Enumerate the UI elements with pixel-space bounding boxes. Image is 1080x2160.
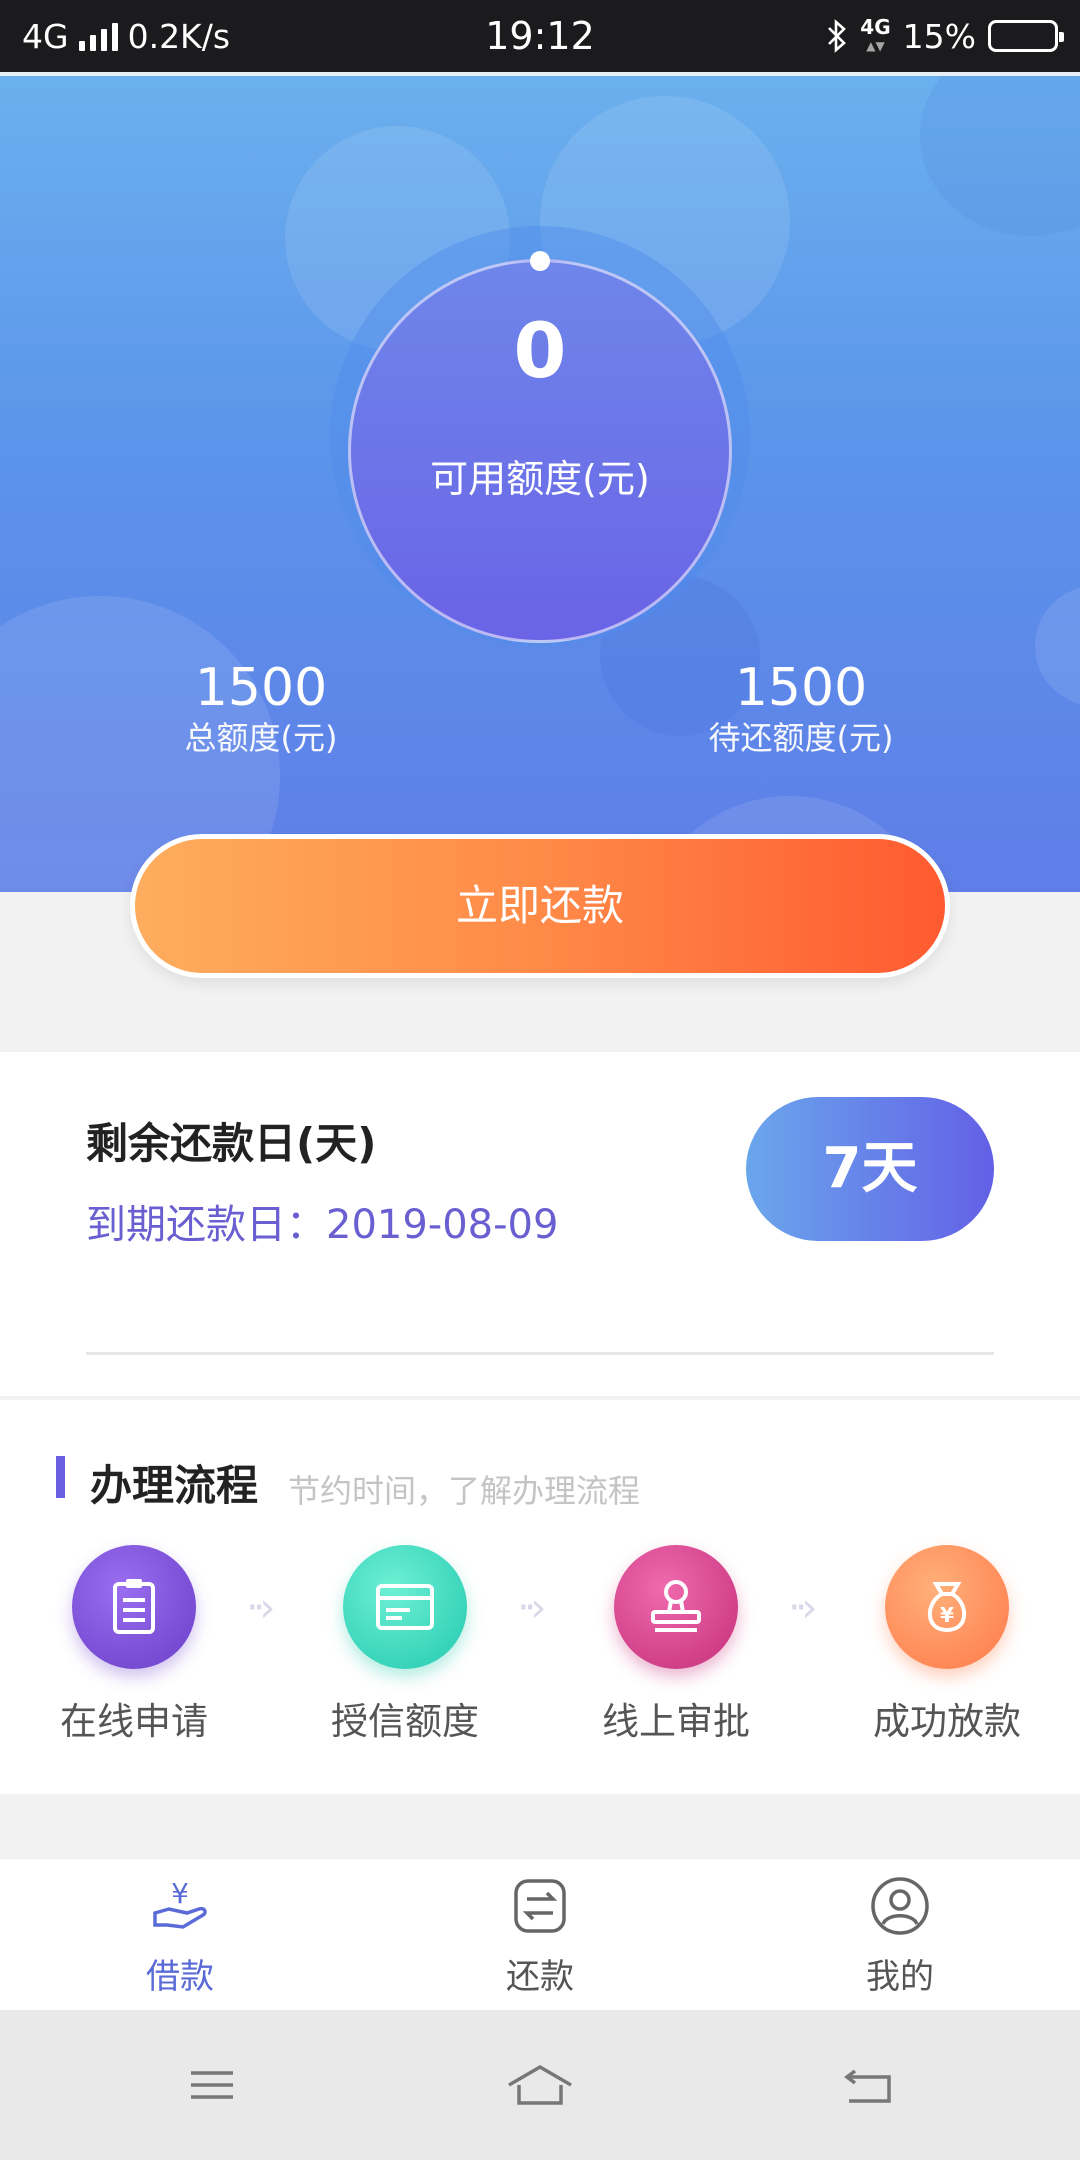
- repay-icon: [514, 1879, 566, 1933]
- due-card: 剩余还款日(天) 到期还款日：2019-08-09 7天: [0, 1052, 1080, 1396]
- tab-repay[interactable]: 还款: [440, 1875, 640, 1998]
- tab-label: 借款: [146, 1957, 214, 1997]
- remaining-days-title: 剩余还款日(天): [86, 1119, 377, 1168]
- clipboard-icon: [72, 1545, 196, 1669]
- money-bag-icon: ¥: [885, 1545, 1009, 1669]
- loan-icon: ¥: [153, 1877, 207, 1929]
- system-nav-bar: [0, 2010, 1080, 2160]
- svg-text:¥: ¥: [940, 1603, 954, 1627]
- network-type: 4G: [22, 16, 69, 56]
- mobile-data-icon: 4G ▲▼: [860, 14, 891, 53]
- chevron-right-icon: ··›: [517, 1585, 547, 1631]
- due-date: 到期还款日：2019-08-09: [86, 1202, 559, 1248]
- step-online-approval: 线上审批: [576, 1545, 776, 1745]
- chevron-right-icon: ··›: [246, 1585, 276, 1631]
- divider: [86, 1352, 994, 1355]
- pending-repayment-label: 待还额度(元): [708, 719, 894, 757]
- profile-icon: [871, 1877, 929, 1935]
- network-speed: 0.2K/s: [127, 16, 231, 56]
- available-credit-label: 可用额度(元): [430, 457, 650, 501]
- status-left: 4G 0.2K/s: [22, 0, 230, 72]
- bluetooth-icon: [828, 19, 847, 53]
- credit-hero: 0 可用额度(元) 1500 总额度(元) 1500 待还额度(元): [0, 72, 1080, 892]
- menu-icon[interactable]: [172, 2055, 252, 2115]
- tab-mine[interactable]: 我的: [800, 1875, 1000, 1998]
- status-right: 4G ▲▼ 15%: [826, 0, 1064, 72]
- section-accent-bar: [56, 1456, 65, 1498]
- total-credit-value: 1500: [194, 658, 328, 718]
- status-bar: 4G 0.2K/s 19:12 4G ▲▼ 15%: [0, 0, 1080, 72]
- battery-icon: [988, 20, 1064, 52]
- bottom-tab-bar: ¥ 借款 还款 我的: [0, 1858, 1080, 2010]
- ring-indicator-dot: [530, 251, 550, 271]
- step-label: 成功放款: [873, 1700, 1021, 1743]
- process-title: 办理流程: [90, 1461, 259, 1510]
- pending-repayment-value: 1500: [734, 658, 868, 718]
- total-credit: 1500 总额度(元): [96, 658, 426, 758]
- step-apply-online: 在线申请: [34, 1545, 234, 1745]
- chevron-right-icon: ··›: [788, 1585, 818, 1631]
- step-label: 授信额度: [331, 1700, 479, 1743]
- signal-icon: [78, 21, 118, 51]
- svg-text:¥: ¥: [171, 1877, 189, 1910]
- card-icon: [343, 1545, 467, 1669]
- stamp-icon: [614, 1545, 738, 1669]
- tab-label: 还款: [506, 1957, 574, 1997]
- home-icon[interactable]: [500, 2055, 580, 2115]
- pending-repayment: 1500 待还额度(元): [636, 658, 966, 758]
- mobile-data-label: 4G: [860, 14, 891, 39]
- step-label: 线上审批: [602, 1700, 750, 1743]
- available-credit-value: 0: [513, 306, 567, 395]
- step-label: 在线申请: [60, 1700, 208, 1743]
- back-icon[interactable]: [828, 2055, 908, 2115]
- step-credit-limit: 授信额度: [305, 1545, 505, 1745]
- bg-bubble: [1035, 586, 1080, 706]
- repay-now-button[interactable]: 立即还款: [130, 834, 950, 978]
- days-remaining-badge: 7天: [746, 1097, 994, 1241]
- process-subtitle: 节约时间，了解办理流程: [288, 1472, 641, 1510]
- total-credit-label: 总额度(元): [184, 719, 338, 757]
- battery-percent: 15%: [902, 16, 976, 56]
- tab-loan[interactable]: ¥ 借款: [80, 1875, 280, 1998]
- step-loan-disbursed: ¥ 成功放款: [847, 1545, 1047, 1745]
- bg-bubble: [920, 76, 1080, 236]
- process-section: 办理流程 节约时间，了解办理流程 在线申请 ··› 授信额度 ··› 线上审批 …: [0, 1400, 1080, 1794]
- tab-label: 我的: [866, 1957, 934, 1997]
